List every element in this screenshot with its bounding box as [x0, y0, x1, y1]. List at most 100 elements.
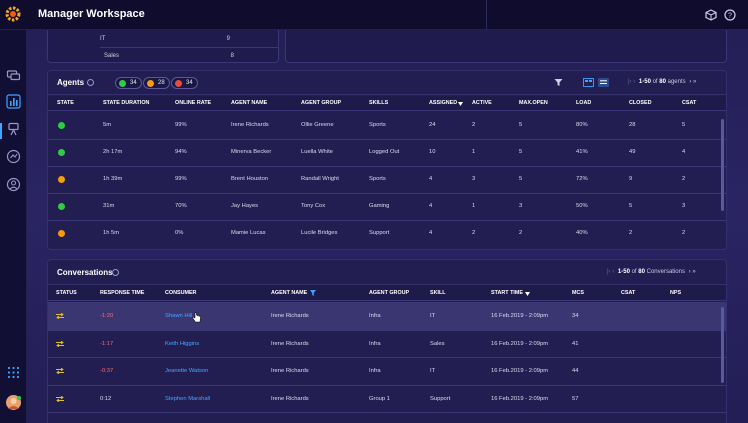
- sort-down-icon[interactable]: [458, 102, 463, 106]
- conversation-cell-response: -1:17: [100, 340, 114, 347]
- conversation-cell-consumer[interactable]: Keith Higgins: [165, 341, 199, 347]
- agent-cell-assigned: 4: [429, 176, 433, 182]
- agents-scrollbar[interactable]: [721, 119, 724, 211]
- agent-cell-active: 1: [472, 203, 476, 209]
- col-status[interactable]: STATUS: [56, 290, 77, 296]
- agent-cell-name: Irene Richards: [231, 122, 269, 128]
- col-skill[interactable]: SKILL: [430, 290, 446, 296]
- info-icon[interactable]: [87, 79, 94, 86]
- conversation-cell-skill: IT: [430, 313, 436, 319]
- agent-cell-group: Lucile Bridges: [301, 230, 338, 236]
- col-mcs[interactable]: MCS: [572, 290, 584, 296]
- filter-icon[interactable]: [554, 78, 563, 87]
- check-icon: [119, 80, 126, 87]
- conversation-cell-skill: Support: [430, 395, 451, 402]
- pager-first-icon[interactable]: |‹: [607, 269, 611, 275]
- status-pill-busy[interactable]: 34: [171, 77, 198, 89]
- mini-chart-panel: [285, 30, 727, 63]
- col-closed[interactable]: CLOSED: [629, 100, 651, 106]
- conversations-pager: |‹ ‹ 1-50 of 80 Conversations › »: [607, 269, 696, 275]
- status-pill-available[interactable]: 34: [115, 77, 142, 89]
- pager-next-icon[interactable]: ›: [689, 269, 691, 275]
- conversation-cell-mcs: 41: [572, 340, 579, 347]
- agent-cell-duration: 2h 17m: [103, 149, 123, 155]
- agent-cell-group: Ollie Greene: [301, 122, 334, 128]
- agent-state-icon: [58, 176, 65, 183]
- pager-last-icon[interactable]: »: [692, 269, 695, 275]
- col-state[interactable]: STATE: [57, 100, 74, 106]
- top-bar: Manager Workspace ?: [0, 0, 748, 30]
- pager-prev-icon[interactable]: ‹: [612, 269, 614, 275]
- conversation-cell-consumer[interactable]: Stephen Marshall: [165, 396, 210, 402]
- col-active[interactable]: ACTIVE: [472, 100, 492, 106]
- agent-cell-active: 2: [472, 122, 476, 128]
- list-view-icon[interactable]: [598, 78, 609, 87]
- agent-cell-maxopen: 5: [519, 176, 523, 182]
- agent-cell-name: Minerva Becker: [231, 149, 272, 155]
- app-logo-icon[interactable]: [4, 5, 22, 23]
- avatar[interactable]: [5, 394, 22, 411]
- filter-icon[interactable]: [310, 290, 316, 296]
- agent-cell-active: 2: [472, 230, 476, 236]
- pager-of: of: [650, 79, 660, 85]
- mini-row-value: 8: [230, 53, 234, 59]
- col-max-open[interactable]: MAX.OPEN: [519, 100, 548, 106]
- agent-cell-name: Brent Houston: [231, 176, 269, 182]
- user-badge-icon[interactable]: [6, 122, 21, 137]
- col-start-time[interactable]: START TIME: [491, 290, 523, 296]
- col-state-duration[interactable]: STATE DURATION: [103, 100, 149, 106]
- info-icon[interactable]: [112, 269, 119, 276]
- col-response-time[interactable]: RESPONSE TIME: [100, 290, 144, 296]
- row-divider: [48, 139, 726, 140]
- col-skills[interactable]: SKILLS: [369, 100, 388, 106]
- chat-icon[interactable]: [6, 68, 21, 83]
- app-title: Manager Workspace: [38, 8, 145, 20]
- status-pill-away[interactable]: 28: [143, 77, 170, 89]
- col-agent-group[interactable]: AGENT GROUP: [301, 100, 341, 106]
- agent-cell-skills: Gaming: [369, 203, 390, 209]
- help-icon[interactable]: ?: [724, 9, 736, 21]
- sort-down-icon[interactable]: [525, 292, 530, 296]
- col-load[interactable]: LOAD: [576, 100, 591, 106]
- col-nps[interactable]: NPS: [670, 290, 681, 296]
- conversation-cell-response: -1:20: [100, 313, 114, 319]
- conversations-scrollbar[interactable]: [721, 307, 724, 383]
- pager-last-icon[interactable]: »: [693, 79, 696, 85]
- agent-cell-csat: 5: [682, 122, 686, 128]
- agent-cell-rate: 99%: [175, 122, 187, 128]
- agents-panel: Agents 34 28 34 |‹ ‹ 1-50 of 80 agents ›…: [47, 70, 727, 250]
- conversation-cell-mcs: 57: [572, 395, 579, 402]
- agent-cell-maxopen: 5: [519, 149, 523, 155]
- pager-first-icon[interactable]: |‹: [628, 79, 632, 85]
- col-csat[interactable]: CSAT: [682, 100, 696, 106]
- conversation-cell-consumer[interactable]: Jeanette Watson: [165, 368, 208, 374]
- col-agent-group[interactable]: AGENT GROUP: [369, 290, 409, 296]
- agent-cell-assigned: 4: [429, 203, 433, 209]
- pill-count: 34: [130, 80, 137, 86]
- col-agent-name[interactable]: AGENT NAME: [231, 100, 267, 106]
- col-consumer[interactable]: CONSUMER: [165, 290, 196, 296]
- apps-grid-icon[interactable]: [6, 365, 21, 380]
- routing-icon[interactable]: [6, 149, 21, 164]
- agent-cell-assigned: 24: [429, 122, 436, 128]
- col-csat[interactable]: CSAT: [621, 290, 635, 296]
- mini-row-label: IT: [100, 36, 106, 42]
- col-online-rate[interactable]: ONLINE RATE: [175, 100, 211, 106]
- pager-next-icon[interactable]: ›: [689, 79, 691, 85]
- agent-cell-active: 3: [472, 176, 476, 182]
- pager-unit: agents: [665, 79, 686, 85]
- col-agent-name[interactable]: AGENT NAME: [271, 290, 307, 296]
- grid-view-icon[interactable]: [583, 78, 594, 87]
- agent-cell-load: 80%: [576, 122, 588, 128]
- agent-circle-icon[interactable]: [6, 177, 21, 192]
- row-divider: [48, 193, 726, 194]
- mini-row-label: Sales: [104, 53, 120, 59]
- table-row-hover[interactable]: [48, 302, 726, 330]
- cube-icon[interactable]: [705, 9, 717, 21]
- transfer-icon: [56, 340, 64, 347]
- agent-cell-duration: 5m: [103, 122, 112, 128]
- col-assigned[interactable]: ASSIGNED: [429, 100, 457, 106]
- conversation-cell-consumer[interactable]: Shawn Hill: [165, 313, 192, 319]
- pager-prev-icon[interactable]: ‹: [633, 79, 635, 85]
- bar-chart-icon[interactable]: [6, 94, 21, 109]
